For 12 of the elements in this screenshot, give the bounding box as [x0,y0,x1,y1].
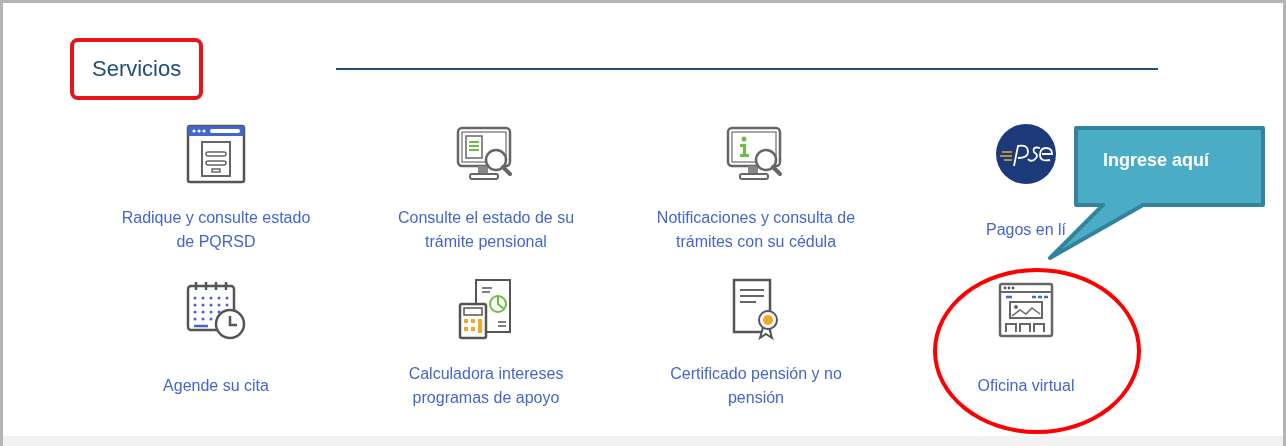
callout-text: Ingrese aquí [1103,150,1210,171]
payment-logo-icon[interactable] [994,122,1058,186]
web-form-icon[interactable] [184,122,248,186]
service-link[interactable]: Agende su cita [163,374,269,398]
service-link[interactable]: Certificado pensión y no pensión [670,362,842,410]
service-link[interactable]: Notificaciones y consulta de trámites con su cédula [656,206,856,254]
service-link[interactable]: Calculadora intereses programas de apoyo [408,362,564,410]
service-link[interactable]: Radique y consulte estado de PQRSD [121,206,311,254]
service-link[interactable]: Pagos en lí [985,218,1067,242]
service-link[interactable]: Consulte el estado de su trámite pensional [397,206,575,254]
section-title: Servicios [92,56,182,81]
service-link[interactable]: Oficina virtual [977,374,1075,398]
